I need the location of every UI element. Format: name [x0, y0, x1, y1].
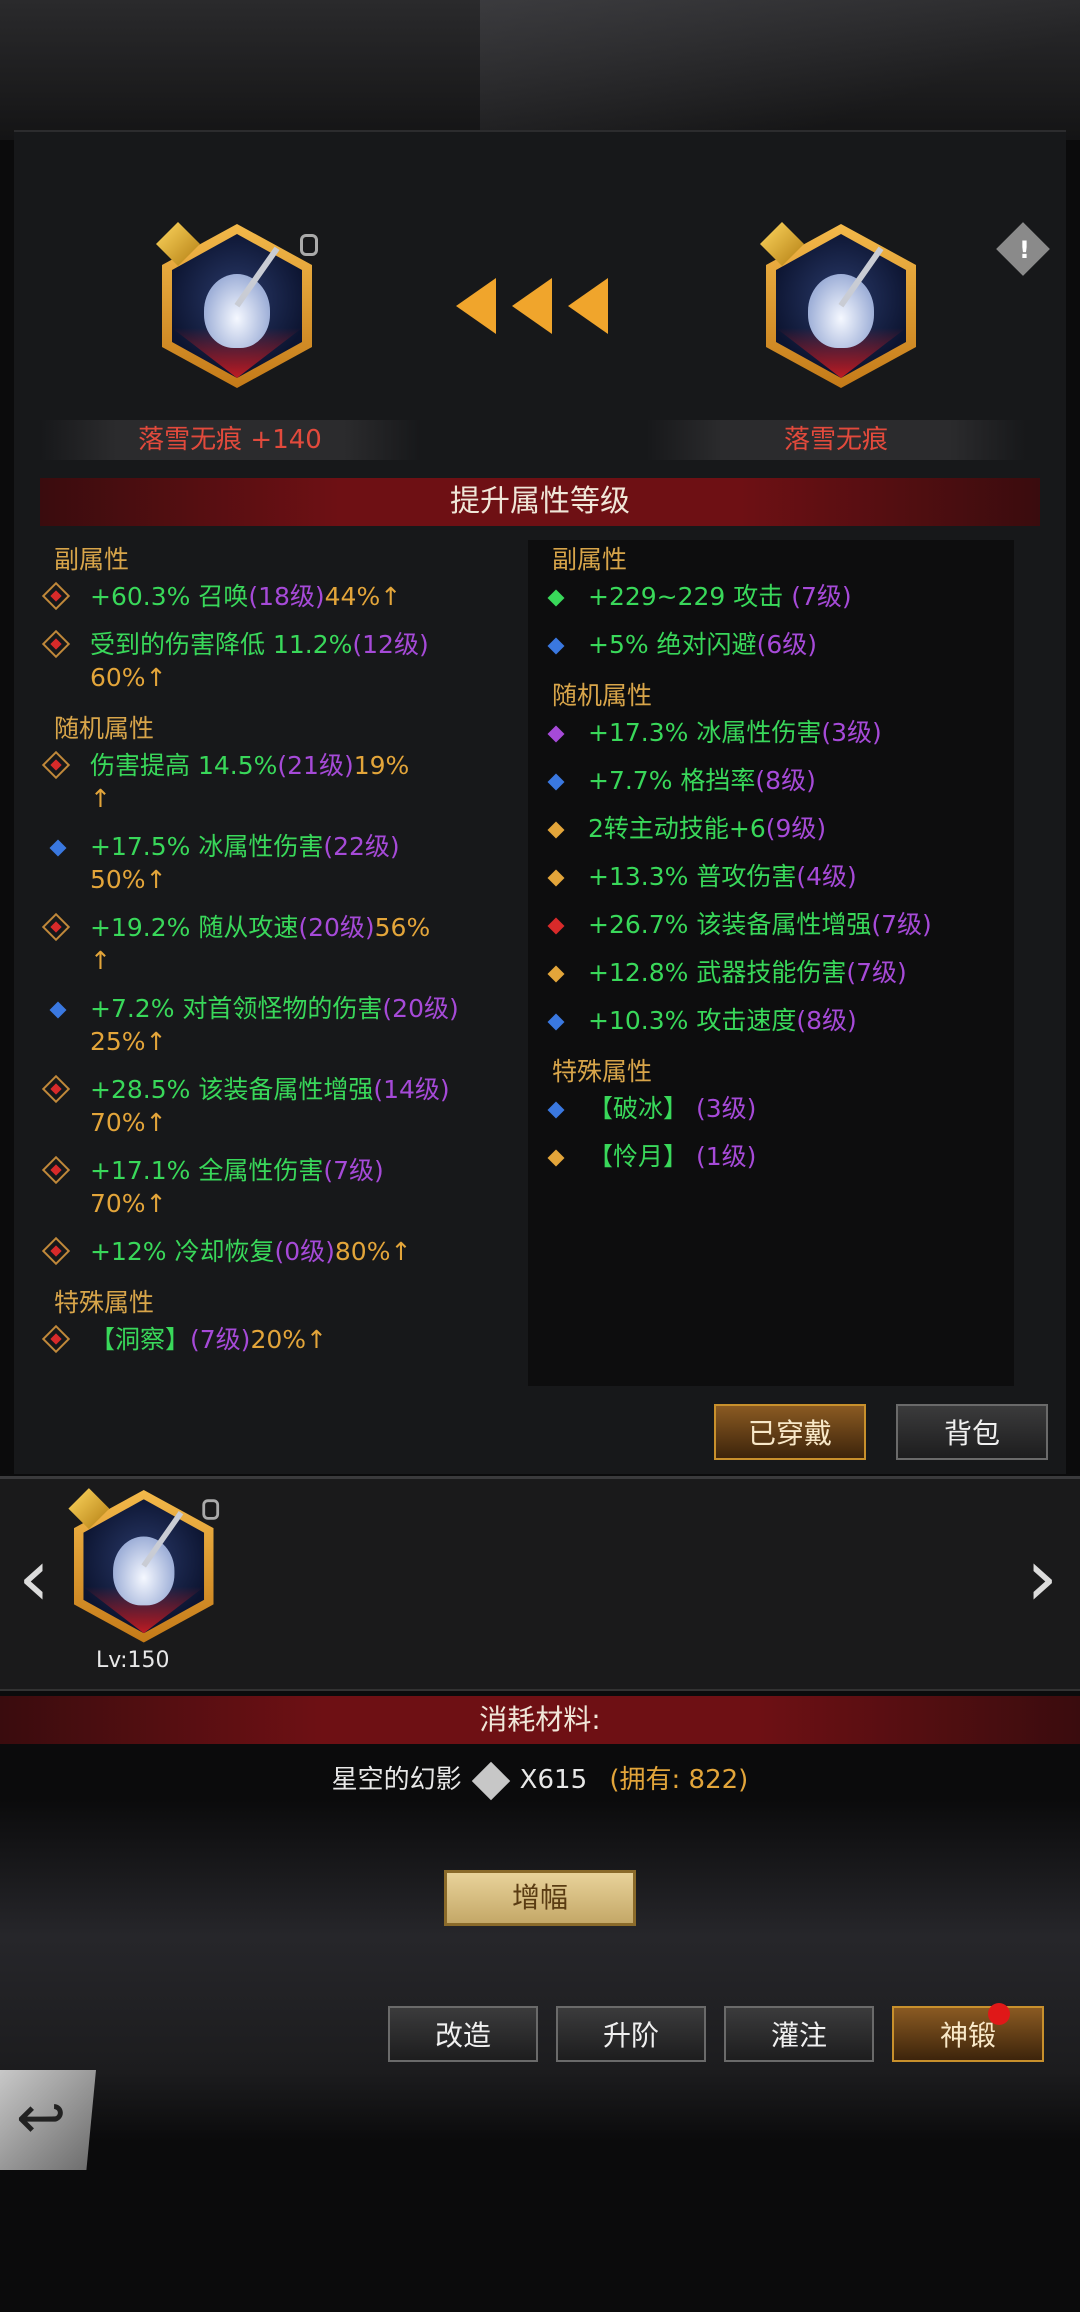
notification-dot [988, 2003, 1010, 2025]
upgrade-attributes-title: 提升属性等级 [40, 478, 1040, 526]
material-title: 消耗材料: [0, 1696, 1080, 1744]
special-attr-heading: 特殊属性 [54, 1288, 155, 1317]
green-diamond-icon [547, 589, 565, 607]
upgrade-diamond-icon [41, 581, 71, 611]
chevron-right-icon[interactable]: › [1018, 1538, 1066, 1618]
list-item: 【怜月】 (1级) [528, 1140, 1014, 1173]
blue-diamond-icon [547, 773, 565, 791]
list-item: 【破冰】 (3级) [528, 1092, 1014, 1125]
sub-attr-heading: 副属性 [552, 545, 628, 574]
exclamation-icon: ! [1019, 236, 1030, 264]
list-item: +229~229 攻击 (7级) [528, 580, 1014, 613]
bottom-background [0, 1800, 1080, 2140]
special-attr-heading: 特殊属性 [552, 1057, 653, 1086]
back-arrow-icon: ↩ [16, 2083, 67, 2153]
list-item: +10.3% 攻击速度(8级) [528, 1004, 1014, 1037]
target-item-name: 落雪无痕 [646, 420, 1026, 460]
current-item-name: 落雪无痕 +140 [40, 420, 420, 460]
current-item-icon[interactable] [156, 222, 318, 388]
upgrade-diamond-icon [41, 1236, 71, 1266]
orange-diamond-icon [547, 869, 565, 887]
upgrade-diamond-icon [41, 1324, 71, 1354]
upgrade-diamond-icon [41, 912, 71, 942]
list-item: +13.3% 普攻伤害(4级) [528, 860, 1014, 893]
material-count: X615 [519, 1765, 588, 1795]
sub-attr-heading: 副属性 [54, 545, 130, 574]
list-item: +17.3% 冰属性伤害(3级) [528, 716, 1014, 749]
arrow-left-icon [568, 278, 608, 334]
equipment-level: Lv:150 [96, 1648, 170, 1673]
current-attributes-column: 副属性 +60.3% 召唤(18级)44%↑ 受到的伤害降低 11.2%(12级… [30, 540, 520, 1386]
blue-diamond-icon [547, 1013, 565, 1031]
remodel-button[interactable]: 改造 [388, 2006, 538, 2062]
list-item: +7.7% 格挡率(8级) [528, 764, 1014, 797]
upgrade-diamond-icon [41, 1074, 71, 1104]
upgrade-diamond-icon [41, 1155, 71, 1185]
blue-diamond-icon [547, 1101, 565, 1119]
random-attr-heading: 随机属性 [552, 681, 653, 710]
lock-icon [202, 1499, 220, 1520]
list-item: +17.5% 冰属性伤害(22级) 50%↑ [30, 830, 520, 896]
list-item: 伤害提高 14.5%(21级)19% ↑ [30, 749, 520, 815]
target-attributes-column: 副属性 +229~229 攻击 (7级) +5% 绝对闪避(6级) 随机属性 +… [528, 540, 1014, 1386]
list-item: +17.1% 全属性伤害(7级) 70%↑ [30, 1154, 520, 1220]
godforge-button[interactable]: 神锻 [892, 2006, 1044, 2062]
target-item-icon[interactable] [760, 222, 916, 388]
upgrade-diamond-icon [41, 629, 71, 659]
list-item: +12.8% 武器技能伤害(7级) [528, 956, 1014, 989]
lock-icon [300, 234, 318, 256]
orange-diamond-icon [547, 821, 565, 839]
red-diamond-icon [547, 917, 565, 935]
orange-diamond-icon [547, 1149, 565, 1167]
blue-diamond-icon [49, 1001, 67, 1019]
chevron-left-icon[interactable]: ‹ [10, 1538, 58, 1618]
orange-diamond-icon [547, 965, 565, 983]
star-shard-icon [471, 1761, 510, 1800]
list-item: 【洞察】(7级)20%↑ [30, 1323, 520, 1356]
random-attr-heading: 随机属性 [54, 714, 155, 743]
material-owned: (拥有: 822) [609, 1765, 749, 1795]
list-item: +5% 绝对闪避(6级) [528, 628, 1014, 661]
purple-diamond-icon [547, 725, 565, 743]
material-line: 星空的幻影 X615 (拥有: 822) [0, 1760, 1080, 1800]
blue-diamond-icon [49, 839, 67, 857]
upgrade-diamond-icon [41, 750, 71, 780]
list-item: +60.3% 召唤(18级)44%↑ [30, 580, 520, 613]
list-item: +26.7% 该装备属性增强(7级) [528, 908, 1014, 941]
top-background [0, 0, 1080, 140]
blue-diamond-icon [547, 637, 565, 655]
infuse-button[interactable]: 灌注 [724, 2006, 874, 2062]
arrow-left-icon [512, 278, 552, 334]
list-item: +7.2% 对首领怪物的伤害(20级) 25%↑ [30, 992, 520, 1058]
backpack-tab[interactable]: 背包 [896, 1404, 1048, 1460]
arrow-left-icon [456, 278, 496, 334]
selected-equipment-icon[interactable] [68, 1488, 220, 1643]
list-item: +19.2% 随从攻速(20级)56% ↑ [30, 911, 520, 977]
material-name: 星空的幻影 [331, 1765, 462, 1795]
amplify-button[interactable]: 增幅 [444, 1870, 636, 1926]
list-item: +28.5% 该装备属性增强(14级) 70%↑ [30, 1073, 520, 1139]
list-item: +12% 冷却恢复(0级)80%↑ [30, 1235, 520, 1268]
ascend-button[interactable]: 升阶 [556, 2006, 706, 2062]
equipped-tab[interactable]: 已穿戴 [714, 1404, 866, 1460]
list-item: 受到的伤害降低 11.2%(12级) 60%↑ [30, 628, 520, 694]
list-item: 2转主动技能+6(9级) [528, 812, 1014, 845]
